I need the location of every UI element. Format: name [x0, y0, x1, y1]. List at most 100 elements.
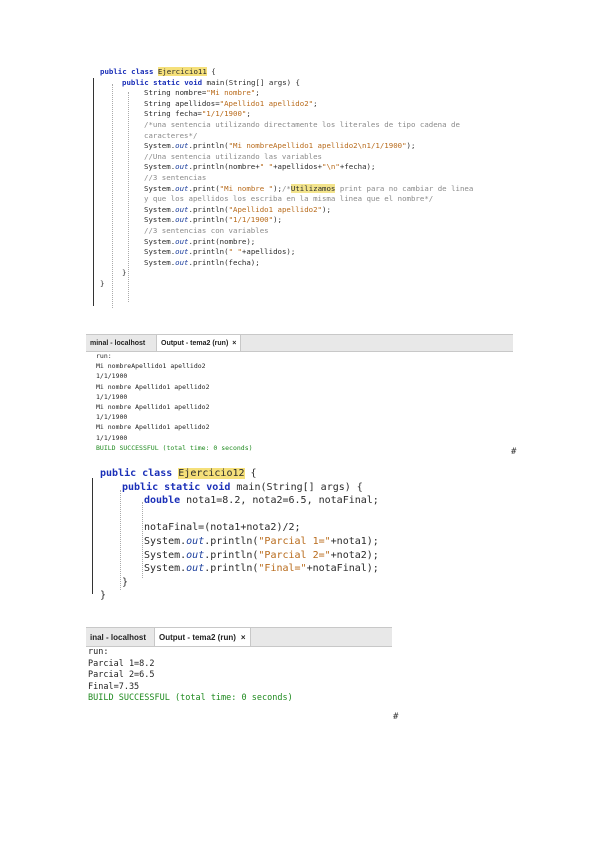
code-line: double nota1=8.2, nota2=6.5, notaFinal;	[144, 495, 379, 507]
code-line: //3 sentencias	[144, 174, 206, 182]
code-token: .println(nombre+	[188, 162, 260, 172]
code-token: ;	[313, 98, 318, 108]
code-token: //Una sentencia utilizando las variables	[144, 151, 322, 161]
code-token: System.	[144, 257, 176, 267]
console-line: 1/1/1900	[96, 433, 128, 442]
tab-output[interactable]: Output - tema2 (run) ×	[154, 628, 251, 646]
code-token: String nombre=	[144, 88, 207, 98]
code-token: out	[175, 183, 189, 193]
code-token: System.	[144, 549, 187, 561]
output-tabbar: minal - localhost Output - tema2 (run) ×	[86, 334, 513, 352]
code-line: y que los apellidos los escriba en la mi…	[144, 195, 433, 203]
indent-guide	[142, 502, 143, 578]
code-token: out	[175, 257, 189, 267]
console-line: BUILD SUCCESSFUL (total time: 0 seconds)	[88, 693, 293, 703]
code-token: ;	[255, 88, 260, 98]
indent-guide	[128, 92, 129, 302]
tab-terminal[interactable]: minal - localhost	[86, 335, 149, 351]
code-token: y que los apellidos los escriba en la mi…	[144, 194, 434, 204]
code-token: System.	[144, 247, 176, 257]
code-token: +apellidos);	[241, 247, 296, 257]
code-token: out	[175, 162, 189, 172]
code-token: System.	[144, 563, 187, 575]
console-line: run:	[96, 352, 112, 360]
code-token: " "	[259, 162, 274, 172]
tab-output[interactable]: Output - tema2 (run) ×	[156, 335, 242, 351]
console-line: BUILD SUCCESSFUL (total time: 0 seconds)	[96, 443, 253, 452]
code-editor-ejercicio11: public class Ejercicio11 {public static …	[93, 67, 520, 314]
close-icon[interactable]: ×	[241, 633, 246, 642]
code-token: String apellidos=	[144, 98, 220, 108]
tab-label: Output - tema2 (run)	[161, 339, 229, 347]
code-token: .println(	[204, 563, 259, 575]
code-line: caracteres*/	[144, 131, 197, 140]
code-token: }	[122, 576, 129, 588]
tab-label: Output - tema2 (run)	[159, 632, 236, 642]
code-token: Ejercicio11	[157, 67, 207, 76]
console-line: Mi nombreApellido1 apellido2	[96, 362, 206, 371]
tab-terminal[interactable]: inal - localhost	[86, 628, 150, 646]
code-token: out	[186, 549, 205, 561]
code-token: "Mi nombre"	[206, 88, 256, 98]
fold-guide	[92, 478, 93, 594]
code-line: String fecha="1/1/1900";	[144, 110, 251, 118]
code-line: System.out.println("Final="+notaFinal);	[144, 563, 379, 575]
code-token: System.	[144, 204, 176, 214]
code-token: +notaFinal);	[306, 563, 379, 575]
code-token: .println(	[204, 536, 259, 547]
code-token: System.	[144, 536, 187, 547]
code-token: ;	[246, 109, 251, 119]
console-line: Mi nombre Apellido1 apellido2	[96, 382, 210, 391]
code-line: System.out.println("Apellido1 apellido2"…	[144, 204, 331, 214]
code-token: public static void	[122, 77, 207, 87]
code-token: .print(nombre);	[188, 236, 256, 246]
code-token: "Parcial 1="	[258, 536, 331, 547]
code-token: out	[175, 141, 189, 151]
close-icon[interactable]: ×	[232, 340, 236, 347]
code-token: print para no cambiar de linea	[335, 183, 474, 193]
code-line: public static void main(String[] args) {	[122, 482, 363, 494]
code-token: System.	[144, 215, 176, 225]
hash-mark: #	[393, 712, 399, 722]
console-line: Mi nombre Apellido1 apellido2	[96, 403, 210, 411]
code-token: .println(	[188, 247, 229, 257]
code-line: System.out.println("Parcial 2="+nota2);	[144, 550, 379, 562]
code-line: String apellidos="Apellido1 apellido2";	[144, 98, 318, 108]
code-token: "Final="	[258, 563, 307, 575]
console-line: 1/1/1900	[96, 413, 128, 422]
code-token: }	[100, 279, 105, 288]
code-token: out	[175, 236, 189, 246]
code-token: System.	[144, 141, 176, 151]
code-line: System.out.println("Parcial 1="+nota1);	[144, 536, 379, 548]
code-token: notaFinal=(nota1+nota2)/2;	[144, 522, 301, 534]
code-token: .println(	[204, 549, 259, 561]
code-token: "Mi nombre "	[219, 183, 274, 193]
code-token: public static void	[122, 481, 237, 493]
code-token: .print(	[188, 183, 220, 193]
code-token: );	[322, 204, 331, 214]
code-token: out	[186, 563, 205, 575]
code-token: +fecha);	[339, 162, 376, 172]
code-token: );	[406, 141, 416, 151]
code-line: System.out.println("Mi nombreApellido1 a…	[144, 142, 415, 150]
indent-guide	[120, 490, 121, 590]
hash-mark: #	[511, 447, 517, 457]
code-token: public class	[100, 67, 158, 76]
code-token: out	[186, 536, 205, 547]
tab-label: minal - localhost	[90, 339, 146, 347]
code-token: //3 sentencias	[144, 173, 207, 182]
code-token: {	[244, 468, 257, 479]
code-line: System.out.println(nombre+" "+apellidos+…	[144, 163, 375, 171]
tab-label: inal - localhost	[90, 632, 147, 642]
code-token: "Apellido1 apellido2"	[228, 204, 323, 214]
code-line: //Una sentencia utilizando las variables	[144, 151, 322, 161]
code-line: public class Ejercicio12 {	[100, 468, 257, 480]
code-token: "Mi nombreApellido1 apellido2\n1/1/1900"	[228, 141, 407, 151]
code-token: Ejercicio12	[178, 468, 245, 479]
code-line: }	[122, 577, 128, 589]
code-token: +nota2);	[330, 549, 379, 561]
code-token: +apellidos+	[273, 162, 323, 172]
code-token: System.	[144, 183, 176, 193]
code-token: //3 sentencias con variables	[144, 226, 269, 235]
code-token: .println(fecha);	[188, 257, 260, 267]
